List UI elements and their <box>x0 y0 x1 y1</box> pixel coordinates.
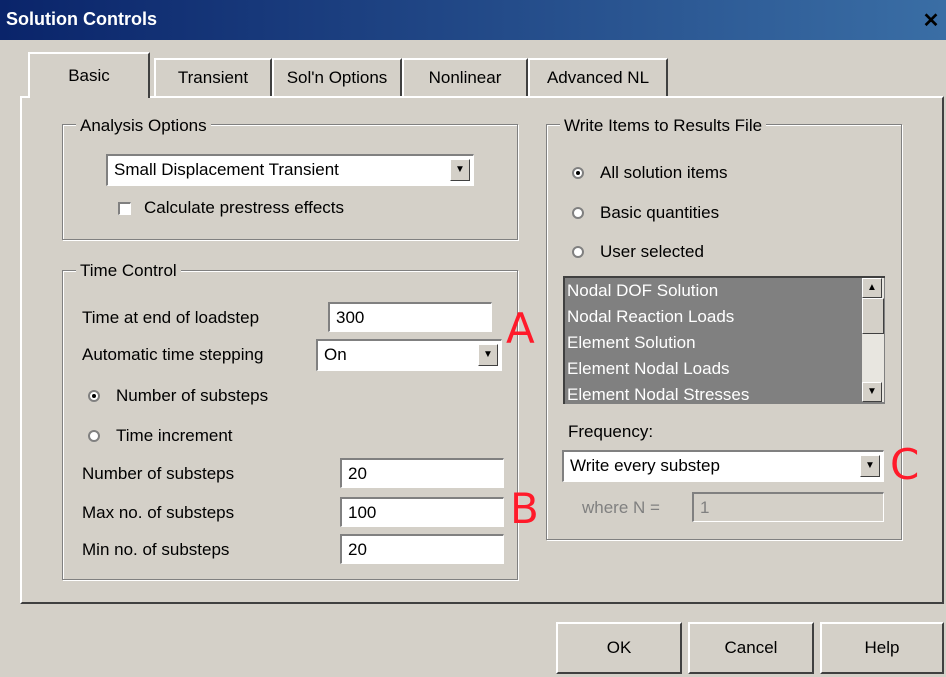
user-selected-label: User selected <box>600 242 704 261</box>
min-substeps-input[interactable]: 20 <box>340 534 504 564</box>
chevron-down-icon[interactable]: ▼ <box>450 159 470 181</box>
annotation-b: B <box>510 484 539 533</box>
list-item[interactable]: Nodal DOF Solution <box>565 278 885 304</box>
increment-radio[interactable] <box>88 430 100 442</box>
close-icon[interactable]: ✕ <box>920 8 942 32</box>
auto-step-label: Automatic time stepping <box>82 345 264 364</box>
max-substeps-label: Max no. of substeps <box>82 503 235 522</box>
all-items-label: All solution items <box>600 163 728 182</box>
where-n-label: where N = <box>582 498 660 517</box>
scroll-thumb[interactable] <box>862 298 884 334</box>
frequency-select[interactable]: Write every substep <box>562 450 884 482</box>
tab-basic[interactable]: Basic <box>28 52 150 98</box>
tab-nonlinear[interactable]: Nonlinear <box>402 58 528 96</box>
analysis-options-legend: Analysis Options <box>76 116 211 136</box>
scroll-down-icon[interactable]: ▼ <box>862 382 882 402</box>
basic-quantities-label: Basic quantities <box>600 203 720 222</box>
substeps-radio-label: Number of substeps <box>116 386 269 405</box>
annotation-a: A <box>506 304 535 353</box>
auto-step-select[interactable]: On <box>316 339 502 371</box>
chevron-down-icon[interactable]: ▼ <box>478 344 498 366</box>
substeps-radio[interactable] <box>88 390 100 402</box>
list-item[interactable]: Element Nodal Stresses <box>565 382 885 408</box>
cancel-button[interactable]: Cancel <box>688 622 814 674</box>
list-item[interactable]: Element Nodal Loads <box>565 356 885 382</box>
basic-quantities-radio[interactable] <box>572 207 584 219</box>
prestress-label: Calculate prestress effects <box>144 198 344 217</box>
increment-radio-label: Time increment <box>116 426 233 445</box>
max-substeps-input[interactable]: 100 <box>340 497 504 527</box>
ok-button[interactable]: OK <box>556 622 682 674</box>
help-button[interactable]: Help <box>820 622 944 674</box>
analysis-type-select[interactable]: Small Displacement Transient <box>106 154 474 186</box>
num-substeps-label: Number of substeps <box>82 464 235 483</box>
prestress-checkbox[interactable] <box>118 202 131 215</box>
end-time-label: Time at end of loadstep <box>82 308 260 327</box>
tab-soln-options[interactable]: Sol'n Options <box>272 58 402 96</box>
where-n-input[interactable]: 1 <box>692 492 884 522</box>
results-items-list[interactable]: Nodal DOF Solution Nodal Reaction Loads … <box>563 276 885 404</box>
num-substeps-input[interactable]: 20 <box>340 458 504 488</box>
all-items-radio[interactable] <box>572 167 584 179</box>
chevron-down-icon[interactable]: ▼ <box>860 455 880 477</box>
tab-transient[interactable]: Transient <box>154 58 272 96</box>
list-item[interactable]: Element Solution <box>565 330 885 356</box>
window-title: Solution Controls <box>6 9 157 29</box>
results-file-legend: Write Items to Results File <box>560 116 767 136</box>
end-time-input[interactable]: 300 <box>328 302 492 332</box>
scroll-up-icon[interactable]: ▲ <box>862 278 882 298</box>
time-control-legend: Time Control <box>76 261 181 281</box>
min-substeps-label: Min no. of substeps <box>82 540 230 559</box>
user-selected-radio[interactable] <box>572 246 584 258</box>
tab-advanced-nl[interactable]: Advanced NL <box>528 58 668 96</box>
list-item[interactable]: Nodal Reaction Loads <box>565 304 885 330</box>
frequency-label: Frequency: <box>568 422 654 441</box>
annotation-c: C <box>890 440 920 489</box>
